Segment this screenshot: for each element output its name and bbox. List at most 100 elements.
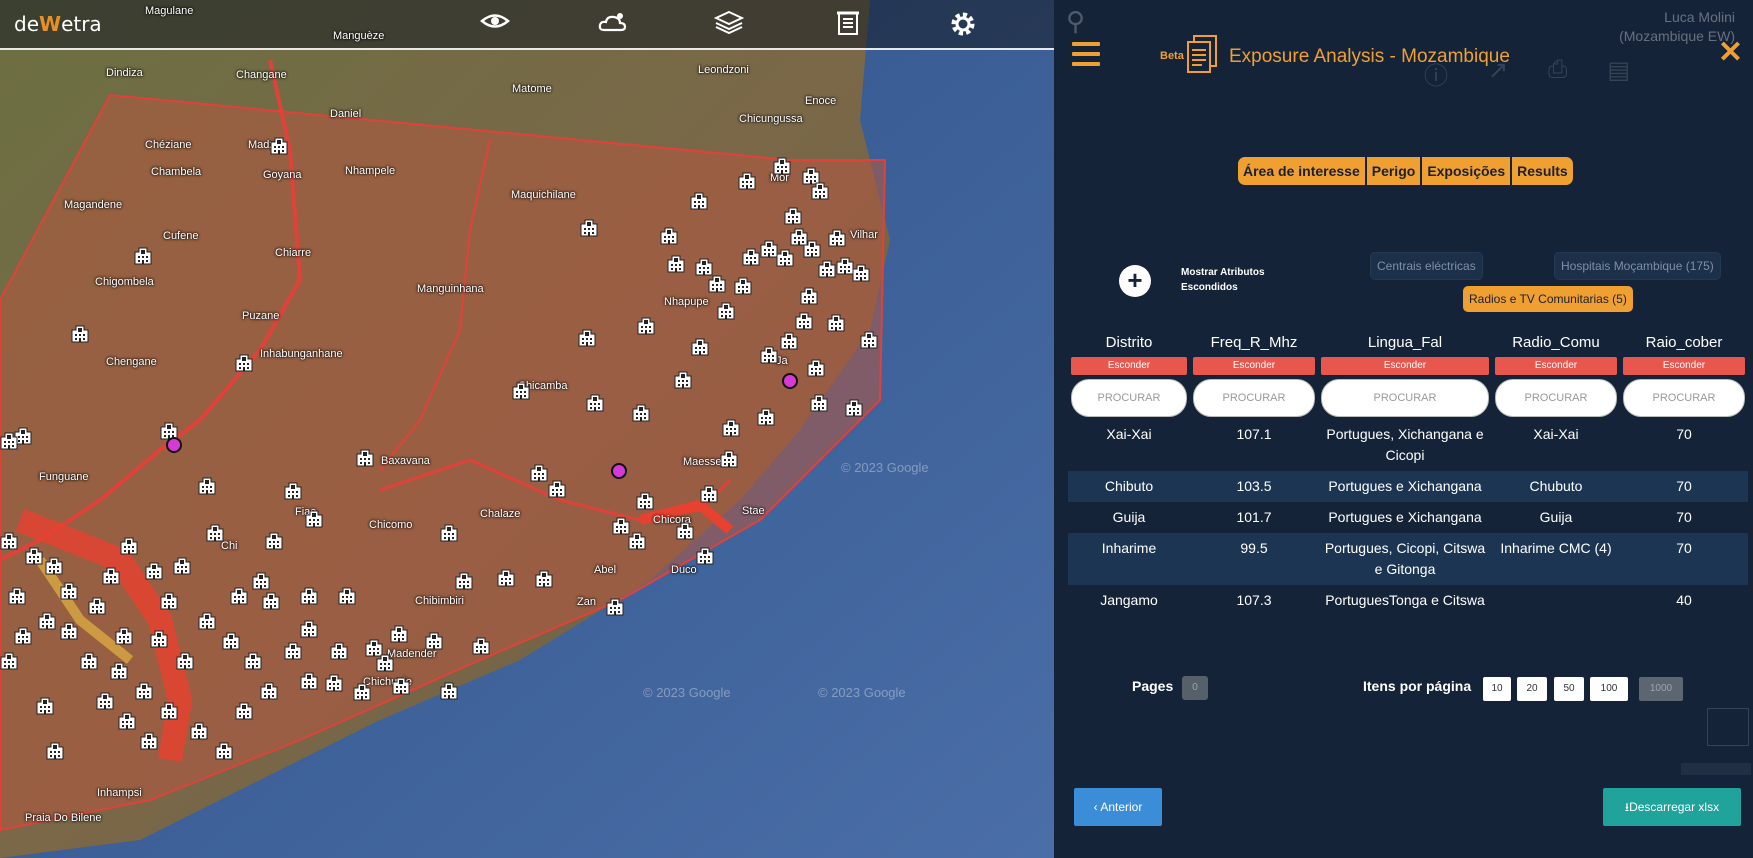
hide-column-button[interactable]: Esconder	[1495, 357, 1617, 375]
hospital-icon[interactable]	[252, 570, 270, 590]
hide-column-button[interactable]: Esconder	[1321, 357, 1489, 375]
hospital-icon[interactable]	[674, 369, 692, 389]
hide-column-button[interactable]: Esconder	[1193, 357, 1315, 375]
hospital-icon[interactable]	[356, 447, 374, 467]
hospital-icon[interactable]	[548, 478, 566, 498]
layer-radios-button[interactable]: Radios e TV Comunitarias (5)	[1463, 286, 1633, 312]
hospital-icon[interactable]	[580, 217, 598, 237]
hospital-icon[interactable]	[265, 530, 283, 550]
hospital-icon[interactable]	[757, 406, 775, 426]
hospital-icon[interactable]	[586, 392, 604, 412]
hospital-icon[interactable]	[270, 135, 288, 155]
hospital-icon[interactable]	[632, 402, 650, 422]
hospital-icon[interactable]	[695, 256, 713, 276]
hospital-icon[interactable]	[440, 680, 458, 700]
hospital-icon[interactable]	[38, 610, 56, 630]
hospital-icon[interactable]	[440, 522, 458, 542]
hospital-icon[interactable]	[742, 246, 760, 266]
hospital-icon[interactable]	[102, 565, 120, 585]
hospital-icon[interactable]	[760, 344, 778, 364]
hospital-icon[interactable]	[784, 205, 802, 225]
hospital-icon[interactable]	[260, 680, 278, 700]
hospital-icon[interactable]	[800, 285, 818, 305]
radio-marker[interactable]	[782, 373, 798, 389]
table-row[interactable]: Chibuto 103.5 Portugues e Xichangana Chubut…	[1068, 471, 1748, 502]
hospital-icon[interactable]	[472, 635, 490, 655]
layers-icon[interactable]	[713, 10, 745, 38]
hospital-icon[interactable]	[803, 238, 821, 258]
layer-hospitals-button[interactable]: Hospitais Moçambique (175)	[1554, 252, 1721, 280]
hide-column-button[interactable]: Esconder	[1071, 357, 1187, 375]
report-icon[interactable]	[832, 10, 864, 38]
hospital-icon[interactable]	[284, 640, 302, 660]
hospital-icon[interactable]	[305, 508, 323, 528]
hospital-icon[interactable]	[690, 190, 708, 210]
hospital-icon[interactable]	[667, 253, 685, 273]
hospital-icon[interactable]	[578, 327, 596, 347]
hospital-icon[interactable]	[691, 336, 709, 356]
hospital-icon[interactable]	[795, 310, 813, 330]
column-header[interactable]: Raio_cober	[1620, 332, 1748, 355]
column-search-input[interactable]: PROCURAR	[1193, 379, 1315, 417]
hospital-icon[interactable]	[676, 520, 694, 540]
map-view[interactable]: deWetra Magulane Manguèze Dindiza Changane D…	[0, 0, 1054, 858]
hospital-icon[interactable]	[780, 330, 798, 350]
hospital-icon[interactable]	[60, 580, 78, 600]
hospital-icon[interactable]	[300, 618, 318, 638]
items-per-page-50[interactable]: 50	[1554, 677, 1584, 701]
hospital-icon[interactable]	[338, 585, 356, 605]
hospital-icon[interactable]	[140, 730, 158, 750]
hospital-icon[interactable]	[300, 585, 318, 605]
hospital-icon[interactable]	[60, 620, 78, 640]
hospital-icon[interactable]	[734, 275, 752, 295]
hospital-icon[interactable]	[115, 625, 133, 645]
hospital-icon[interactable]	[110, 660, 128, 680]
hospital-icon[interactable]	[96, 690, 114, 710]
hospital-icon[interactable]	[150, 628, 168, 648]
hospital-icon[interactable]	[198, 475, 216, 495]
hospital-icon[interactable]	[773, 155, 791, 175]
column-search-input[interactable]: PROCURAR	[1321, 379, 1489, 417]
layer-power-plants-button[interactable]: Centrais eléctricas	[1370, 252, 1483, 280]
hospital-icon[interactable]	[392, 675, 410, 695]
hospital-icon[interactable]	[215, 740, 233, 760]
hospital-icon[interactable]	[300, 670, 318, 690]
menu-icon[interactable]	[1072, 42, 1100, 66]
hospital-icon[interactable]	[325, 672, 343, 692]
hospital-icon[interactable]	[145, 560, 163, 580]
table-row[interactable]: Inharime 99.5 Portugues, Cicopi, Citswa e …	[1068, 533, 1748, 585]
show-hidden-attributes-button[interactable]: +	[1119, 265, 1151, 297]
search-icon[interactable]: ⚲	[1066, 6, 1085, 37]
hospital-icon[interactable]	[160, 590, 178, 610]
hospital-icon[interactable]	[46, 740, 64, 760]
hospital-icon[interactable]	[160, 700, 178, 720]
items-per-page-10[interactable]: 10	[1483, 677, 1511, 701]
hospital-icon[interactable]	[637, 315, 655, 335]
hospital-icon[interactable]	[222, 630, 240, 650]
hospital-icon[interactable]	[118, 710, 136, 730]
hospital-icon[interactable]	[134, 245, 152, 265]
step-exposure[interactable]: Exposições	[1422, 157, 1513, 185]
hide-column-button[interactable]: Esconder	[1623, 357, 1745, 375]
hospital-icon[interactable]	[353, 681, 371, 701]
hospital-icon[interactable]	[235, 700, 253, 720]
hospital-icon[interactable]	[512, 380, 530, 400]
column-search-input[interactable]: PROCURAR	[1623, 379, 1745, 417]
hospital-icon[interactable]	[720, 448, 738, 468]
hospital-icon[interactable]	[530, 462, 548, 482]
hospital-icon[interactable]	[776, 247, 794, 267]
hospital-icon[interactable]	[636, 490, 654, 510]
hospital-icon[interactable]	[25, 545, 43, 565]
hospital-icon[interactable]	[390, 623, 408, 643]
download-xlsx-button[interactable]: ⭳Descarregar xlsx	[1603, 788, 1741, 826]
hospital-icon[interactable]	[497, 567, 515, 587]
hospital-icon[interactable]	[173, 555, 191, 575]
dewetra-logo[interactable]: deWetra	[14, 12, 102, 36]
weather-icon[interactable]	[597, 10, 629, 38]
hospital-icon[interactable]	[235, 352, 253, 372]
hospital-icon[interactable]	[190, 720, 208, 740]
hospital-icon[interactable]	[628, 530, 646, 550]
hospital-icon[interactable]	[0, 650, 18, 670]
hospital-icon[interactable]	[700, 483, 718, 503]
radio-marker[interactable]	[166, 437, 182, 453]
